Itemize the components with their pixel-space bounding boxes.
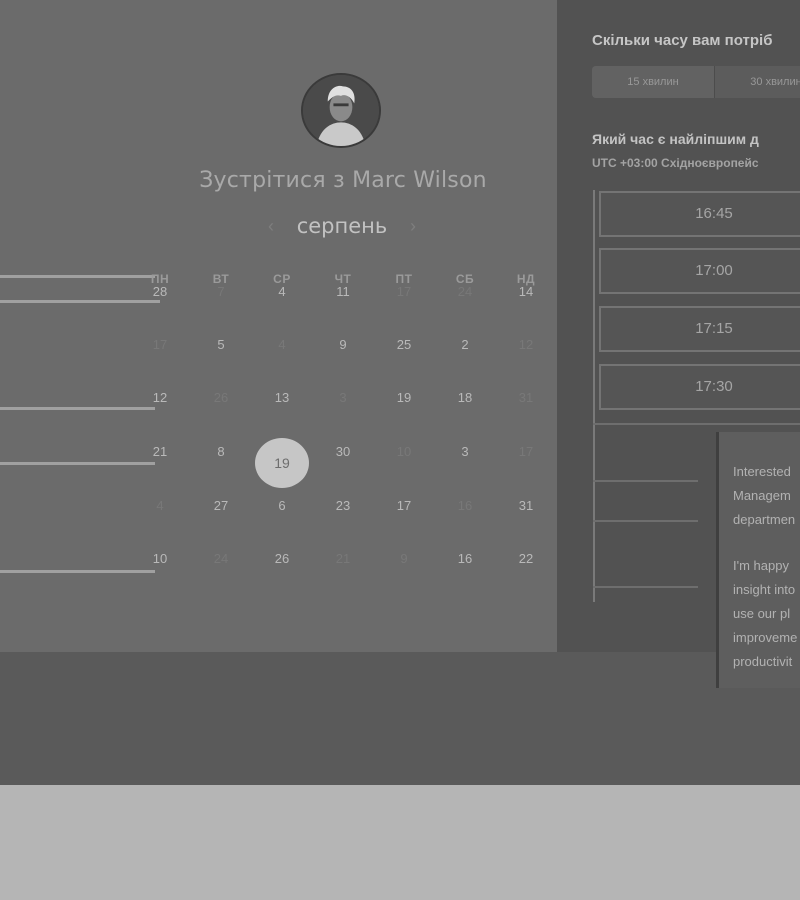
calendar-day[interactable]: 3 [445,441,485,463]
calendar-day[interactable]: 4 [140,495,180,517]
calendar-day[interactable]: 4 [262,281,302,303]
calendar-day[interactable]: 21 [323,548,363,570]
calendar-day[interactable]: 30 [323,441,363,463]
calendar-day[interactable]: 31 [506,387,546,409]
calendar-day[interactable]: 13 [262,387,302,409]
popover-paragraph: Interested Managem departmen [733,464,796,527]
calendar-grid: 28 7 4 11 17 24 14 17 5 4 9 25 2 12 12 26 13 3 19 18 31 21 8 19… [0,0,557,652]
time-slot[interactable]: 17:15 [599,306,800,352]
time-question: Який час є найліпшим д [592,131,759,147]
calendar-day[interactable]: 14 [506,281,546,303]
calendar-day[interactable]: 27 [201,495,241,517]
calendar-day[interactable]: 17 [384,281,424,303]
calendar-day[interactable]: 10 [384,441,424,463]
duration-question: Скільки часу вам потріб [592,32,773,49]
calendar-panel: Зустрітися з Marc Wilson ‹ серпень › ПН В… [0,0,557,652]
time-slot[interactable]: 16:45 [599,191,800,237]
calendar-day[interactable]: 12 [506,334,546,356]
calendar-day[interactable]: 9 [323,334,363,356]
duration-option-30[interactable]: 30 хвилин [714,66,800,98]
calendar-day[interactable]: 6 [262,495,302,517]
time-slot[interactable]: 17:30 [599,364,800,410]
calendar-day[interactable]: 18 [445,387,485,409]
popover-paragraph: I'm happy insight into use our pl improv… [733,558,798,669]
calendar-day[interactable]: 17 [140,334,180,356]
calendar-day[interactable]: 2 [445,334,485,356]
calendar-day[interactable]: 16 [445,548,485,570]
calendar-day[interactable]: 7 [201,281,241,303]
time-slot[interactable]: 17:00 [599,248,800,294]
calendar-day[interactable]: 26 [201,387,241,409]
calendar-day[interactable]: 26 [262,548,302,570]
calendar-day[interactable]: 25 [384,334,424,356]
calendar-day[interactable]: 22 [506,548,546,570]
divider [593,520,698,522]
divider [593,586,698,588]
calendar-day[interactable]: 23 [323,495,363,517]
calendar-day[interactable]: 28 [140,281,180,303]
footer-area [0,652,800,785]
selected-day[interactable]: 19 [255,438,309,488]
calendar-day[interactable]: 17 [506,441,546,463]
calendar-day[interactable]: 10 [140,548,180,570]
duration-selector: 15 хвилин 30 хвилин [592,66,800,98]
calendar-day[interactable]: 4 [262,334,302,356]
calendar-day[interactable]: 21 [140,441,180,463]
calendar-day[interactable]: 9 [384,548,424,570]
calendar-day[interactable]: 31 [506,495,546,517]
calendar-day[interactable]: 11 [323,281,363,303]
calendar-day[interactable]: 24 [201,548,241,570]
calendar-day[interactable]: 8 [201,441,241,463]
calendar-day[interactable]: 19 [384,387,424,409]
booking-page: Зустрітися з Marc Wilson ‹ серпень › ПН В… [0,0,800,785]
calendar-day[interactable]: 12 [140,387,180,409]
calendar-day[interactable]: 5 [201,334,241,356]
calendar-day[interactable]: 17 [384,495,424,517]
calendar-day[interactable]: 3 [323,387,363,409]
divider [593,480,698,482]
duration-option-15[interactable]: 15 хвилин [592,66,714,98]
timezone-label[interactable]: UTC +03:00 Східноєвропейс [592,156,759,170]
divider [593,423,800,425]
calendar-day[interactable]: 16 [445,495,485,517]
calendar-day[interactable]: 24 [445,281,485,303]
description-popover: Interested Managem departmen I'm happy i… [716,432,800,688]
